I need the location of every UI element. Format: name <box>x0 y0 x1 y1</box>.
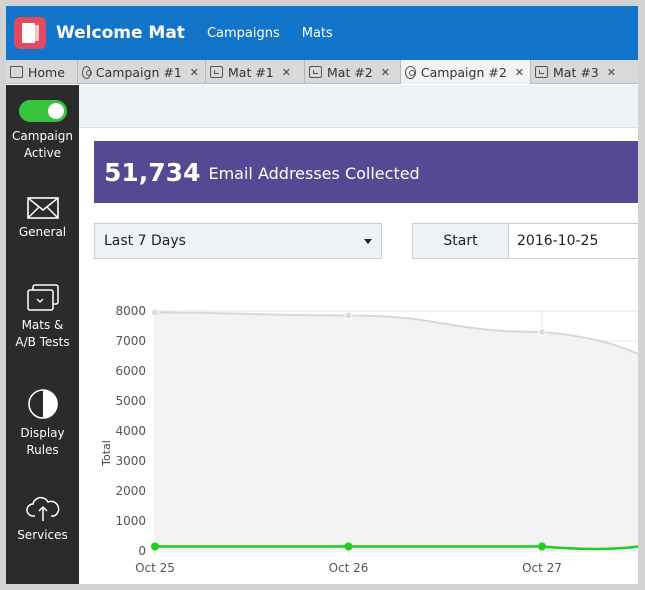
y-tick-label: 7000 <box>115 334 146 348</box>
contrast-icon <box>27 389 58 419</box>
tab-home[interactable]: Home <box>6 60 78 84</box>
data-point <box>538 542 546 551</box>
close-icon[interactable]: ✕ <box>282 66 291 79</box>
sidebar-item-label: A/B Tests <box>15 335 70 349</box>
close-icon[interactable]: ✕ <box>515 66 524 79</box>
sidebar-item-label: General <box>18 225 67 239</box>
app-window: Welcome Mat Campaigns Mats Home Campaign… <box>6 6 638 584</box>
app-title[interactable]: Welcome Mat <box>56 23 185 43</box>
data-point <box>151 542 159 551</box>
x-tick-label: Oct 25 <box>135 561 175 575</box>
tab-mat-1[interactable]: Mat #1 ✕ <box>206 60 305 84</box>
sidebar-item-mats-ab-tests[interactable]: Mats & A/B Tests <box>6 284 79 351</box>
y-tick-label: 2000 <box>115 484 146 498</box>
sidebar-item-services[interactable]: Services <box>6 496 79 544</box>
close-icon[interactable]: ✕ <box>607 66 616 79</box>
toggle-label-line2: Active <box>23 146 62 160</box>
y-tick-label: 5000 <box>115 394 146 408</box>
tab-campaign-2[interactable]: Campaign #2 ✕ <box>401 60 531 84</box>
sidebar: Campaign Active General Mats & A/B Tests <box>6 85 79 584</box>
mats-icon <box>26 284 59 311</box>
campaign-active-toggle[interactable] <box>18 100 67 122</box>
tab-label: Campaign #1 <box>95 64 182 80</box>
x-tick-label: Oct 26 <box>329 561 369 575</box>
tab-mat-3[interactable]: Mat #3 ✕ <box>531 60 638 84</box>
campaign-active-toggle-item[interactable]: Campaign Active <box>6 100 79 162</box>
email-stats-banner: 51,734 Email Addresses Collected <box>94 141 638 203</box>
sidebar-item-label: Display <box>20 426 65 440</box>
total-chart: 0 1000 2000 3000 4000 5000 6000 7000 8000 Oct 25 O… <box>100 304 638 575</box>
y-tick-label: 6000 <box>115 364 146 378</box>
target-icon <box>405 65 416 79</box>
y-tick-label: 4000 <box>115 424 146 438</box>
tab-label: Home <box>28 64 65 80</box>
close-icon[interactable]: ✕ <box>190 66 199 79</box>
mat-icon <box>210 66 223 78</box>
email-count-label: Email Addresses Collected <box>208 164 420 183</box>
data-point <box>344 542 353 551</box>
data-point <box>151 308 159 317</box>
x-tick-label: Oct 27 <box>522 561 562 575</box>
y-tick-label: 0 <box>138 544 146 558</box>
close-icon[interactable]: ✕ <box>381 66 390 79</box>
mat-icon <box>535 66 548 78</box>
tab-campaign-1[interactable]: Campaign #1 ✕ <box>78 60 206 84</box>
sidebar-item-display-rules[interactable]: Display Rules <box>6 388 79 459</box>
y-tick-label: 3000 <box>115 454 146 468</box>
tab-label: Campaign #2 <box>420 64 507 80</box>
sub-toolbar <box>79 85 638 128</box>
sidebar-item-label: Services <box>17 528 68 542</box>
start-date-input[interactable]: 2016-10-25 <box>509 223 638 259</box>
main-content: 51,734 Email Addresses Collected Last 7 … <box>79 85 638 584</box>
sidebar-item-label: Mats & <box>21 318 64 332</box>
cloud-upload-icon <box>25 496 59 521</box>
app-logo-icon[interactable] <box>14 17 46 49</box>
sidebar-item-general[interactable]: General <box>6 197 79 241</box>
data-point <box>538 328 546 336</box>
y-axis-label: Total <box>100 440 113 467</box>
y-tick-label: 8000 <box>115 304 146 318</box>
sidebar-item-label: Rules <box>26 443 59 457</box>
target-icon <box>82 65 92 79</box>
nav-campaigns[interactable]: Campaigns <box>207 26 280 41</box>
envelope-icon <box>26 197 59 219</box>
tab-label: Mat #3 <box>553 64 599 80</box>
start-label: Start <box>412 223 509 259</box>
mat-icon <box>309 66 322 78</box>
tab-label: Mat #1 <box>228 64 274 80</box>
date-range-select[interactable]: Last 7 Days <box>94 223 382 259</box>
mail-icon <box>10 66 23 78</box>
series-area <box>155 312 638 551</box>
nav-mats[interactable]: Mats <box>302 26 333 41</box>
y-tick-label: 1000 <box>115 514 146 528</box>
caret-down-icon <box>364 239 372 244</box>
top-header: Welcome Mat Campaigns Mats <box>6 6 638 60</box>
tab-bar: Home Campaign #1 ✕ Mat #1 ✕ Mat #2 ✕ Cam… <box>6 60 638 84</box>
data-point <box>344 311 353 320</box>
tab-label: Mat #2 <box>327 64 373 80</box>
email-count: 51,734 <box>104 157 201 187</box>
toggle-knob <box>47 103 64 119</box>
tab-mat-2[interactable]: Mat #2 ✕ <box>305 60 401 84</box>
date-range-value: Last 7 Days <box>104 233 186 249</box>
toggle-label-line1: Campaign <box>12 129 73 143</box>
